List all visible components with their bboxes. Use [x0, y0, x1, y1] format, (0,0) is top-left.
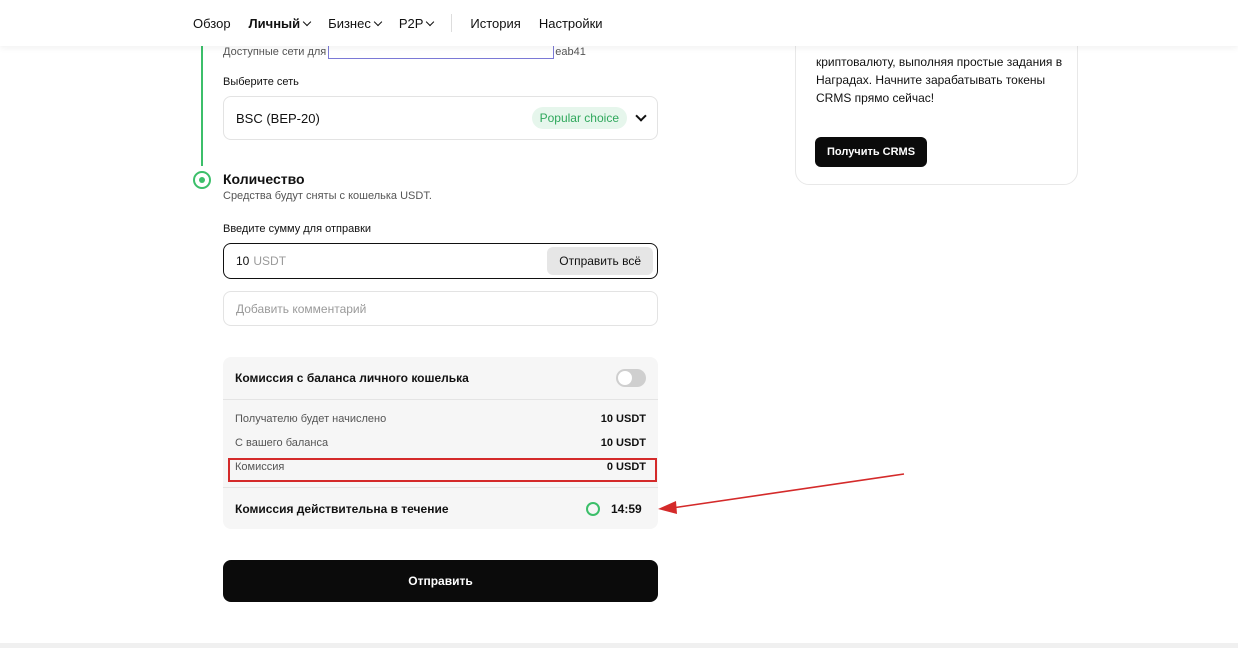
- fee-value: 0 USDT: [606, 461, 646, 473]
- amount-section-subtitle: Средства будут сняты с кошелька USDT.: [223, 190, 432, 202]
- chevron-down-icon: [426, 17, 435, 26]
- fee-timer: 14:59: [611, 502, 642, 516]
- nav-item-personal[interactable]: Личный: [248, 15, 312, 31]
- stepper-line: [201, 40, 203, 166]
- promo-text: криптовалюту, выполняя простые задания в…: [816, 55, 1063, 105]
- amount-value: 10: [236, 254, 250, 268]
- nav-item-p2p[interactable]: P2P: [398, 15, 435, 31]
- fee-from-balance-toggle[interactable]: [616, 369, 646, 387]
- chevron-down-icon: [373, 17, 383, 26]
- popular-choice-badge: Popular choice: [531, 107, 627, 129]
- nav-item-label: Личный: [248, 15, 301, 31]
- available-networks-note: Доступные сети для eab41: [223, 44, 586, 59]
- get-crms-label: Получить CRMS: [827, 146, 916, 158]
- nav-item-overview[interactable]: Обзор: [193, 16, 231, 31]
- nav-item-label: История: [470, 15, 521, 31]
- nav-menu: Обзор Личный Бизнес P2P История Настройк…: [193, 14, 621, 32]
- recipient-amount-label: Получателю будет начислено: [235, 413, 387, 425]
- network-select-label: Выберите сеть: [223, 76, 299, 88]
- fee-summary-panel: Комиссия с баланса личного кошелька Полу…: [223, 357, 658, 529]
- network-select[interactable]: BSC (BEP-20) Popular choice: [223, 96, 658, 140]
- nav-item-settings[interactable]: Настройки: [539, 16, 603, 31]
- nav-item-business[interactable]: Бизнес: [328, 15, 383, 31]
- get-crms-button[interactable]: Получить CRMS: [815, 137, 928, 167]
- nav-divider: [451, 14, 453, 32]
- debit-amount-label: С вашего баланса: [235, 437, 329, 449]
- network-selected-value: BSC (BEP-20): [236, 110, 320, 126]
- comment-input[interactable]: Добавить комментарий: [223, 291, 658, 326]
- fee-from-balance-label: Комиссия с баланса личного кошелька: [235, 371, 469, 385]
- recipient-amount-value: 10 USDT: [600, 413, 646, 425]
- annotation-highlight-box: [228, 458, 657, 482]
- send-button-label: Отправить: [408, 574, 473, 588]
- nav-item-label: Обзор: [193, 15, 231, 31]
- fee-validity-label: Комиссия действительна в течение: [235, 502, 449, 516]
- debit-amount-value: 10 USDT: [600, 437, 646, 449]
- redacted-address-box: [328, 44, 555, 59]
- available-networks-prefix: Доступные сети для: [223, 45, 327, 58]
- stepper-active-dot-icon: [193, 171, 211, 189]
- comment-placeholder: Добавить комментарий: [236, 301, 367, 316]
- page-bottom-border: [0, 643, 1238, 648]
- top-navigation-bar: Обзор Личный Бизнес P2P История Настройк…: [0, 0, 1238, 46]
- amount-section-title: Количество: [223, 171, 305, 187]
- divider: [223, 487, 658, 488]
- amount-unit: USDT: [253, 254, 287, 268]
- divider: [223, 399, 658, 400]
- nav-item-label: P2P: [398, 15, 424, 31]
- nav-item-label: Настройки: [538, 15, 603, 31]
- chevron-down-icon[interactable]: [635, 110, 647, 122]
- amount-input-label: Введите сумму для отправки: [223, 223, 372, 235]
- nav-item-label: Бизнес: [328, 15, 371, 31]
- chevron-down-icon: [302, 17, 312, 26]
- fee-label: Комиссия: [235, 461, 285, 473]
- amount-input[interactable]: 10 USDT Отправить всё: [223, 243, 658, 279]
- nav-item-history[interactable]: История: [470, 16, 520, 31]
- send-all-button[interactable]: Отправить всё: [547, 247, 653, 275]
- timer-ring-icon: [586, 502, 600, 516]
- send-button[interactable]: Отправить: [223, 560, 658, 602]
- available-networks-suffix: eab41: [555, 45, 586, 58]
